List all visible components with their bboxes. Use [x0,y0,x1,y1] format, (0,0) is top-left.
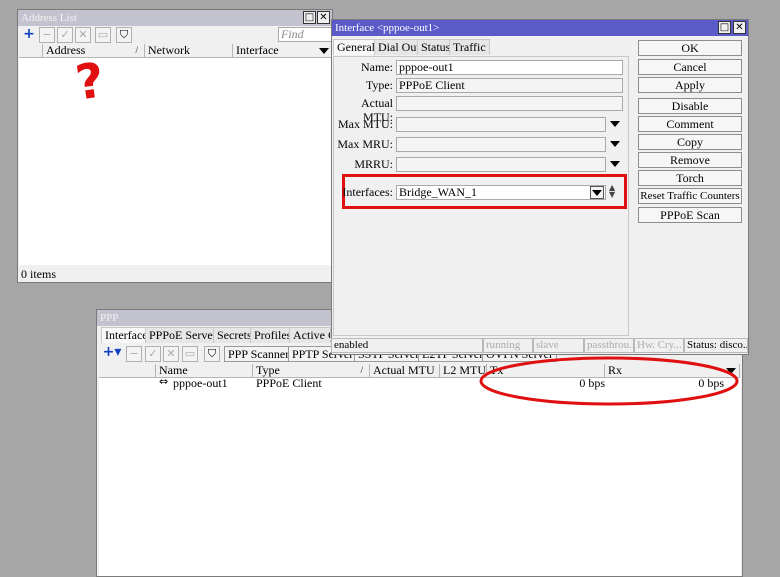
remove-button[interactable]: − [39,27,55,43]
apply-button[interactable]: Apply [638,77,742,93]
max-mtu-label: Max MTU: [338,117,393,131]
type-field: PPPoE Client [396,78,623,93]
status-hw-crypto: Hw. Cry... [634,338,684,353]
tab-general[interactable]: General [333,39,379,55]
mrru-dropdown-icon[interactable] [610,161,620,167]
reset-traffic-counters-button[interactable]: Reset Traffic Counters [638,188,742,204]
max-mtu-input[interactable] [396,117,606,132]
maximize-button[interactable]: □ [303,11,316,24]
ppp-filter-button[interactable]: ⛉ [204,346,220,362]
ppp-add-button[interactable]: +▾ [100,345,124,361]
ppp-col-empty [99,364,156,378]
type-label: Type: [365,78,393,92]
row-type: PPPoE Client [256,376,322,390]
close-button[interactable]: ✕ [733,21,746,34]
comment-button[interactable]: Comment [638,116,742,132]
sort-indicator: / [135,45,138,55]
ppp-title: PPP [100,312,119,324]
dropdown-icon [592,190,602,196]
disable-button[interactable]: ✕ [75,27,91,43]
row-name: pppoe-out1 [173,376,228,390]
interfaces-label: Interfaces: [342,185,393,199]
interfaces-select[interactable]: Bridge_WAN_1 [396,185,606,200]
interface-dialog-titlebar[interactable]: Interface <pppoe-out1> □ ✕ [332,20,748,36]
max-mru-label: Max MRU: [337,137,393,151]
ellipse-shape [479,356,739,406]
find-input[interactable]: Find [278,27,332,42]
tab-active-connections[interactable]: Active Co [289,327,331,343]
comment-button[interactable]: ▭ [95,27,111,43]
torch-button[interactable]: Torch [638,170,742,186]
copy-button[interactable]: Copy [638,134,742,150]
ppp-enable-button[interactable]: ✓ [145,346,161,362]
status-running: running [483,338,533,353]
sort-indicator: / [360,365,363,375]
name-label: Name: [361,60,393,74]
status-slave: slave [533,338,584,353]
disable-button[interactable]: Disable [638,98,742,114]
ppp-remove-button[interactable]: − [126,346,142,362]
column-header-network[interactable]: Network [145,44,233,58]
tab-traffic[interactable]: Traffic [449,39,490,55]
ok-button[interactable]: OK [638,40,742,56]
max-mru-dropdown-icon[interactable] [610,141,620,147]
pppoe-scan-button[interactable]: PPPoE Scan [638,207,742,223]
mrru-input[interactable] [396,157,606,172]
interfaces-updown-icon[interactable]: ▲ ▼ [609,184,621,200]
pppoe-link-icon: ⇔ [159,375,169,388]
column-header-interface[interactable]: Interface [233,44,332,58]
column-dropdown-icon[interactable] [319,48,329,54]
status-connection: Status: disco... [684,338,748,353]
status-enabled: enabled [331,338,483,353]
ppp-comment-button[interactable]: ▭ [182,346,198,362]
status-bar-items: 0 items [21,267,56,281]
ppp-scanner-button[interactable]: PPP Scanner [224,346,294,362]
address-list-body[interactable] [19,58,332,265]
mrru-label: MRRU: [354,157,393,171]
name-input[interactable]: pppoe-out1 [396,60,623,75]
address-list-titlebar[interactable]: Address List □ ✕ [18,10,332,26]
max-mru-input[interactable] [396,137,606,152]
max-mtu-dropdown-icon[interactable] [610,121,620,127]
ppp-col-actual-mtu[interactable]: Actual MTU [370,364,440,378]
address-list-title: Address List [21,12,77,24]
enable-button[interactable]: ✓ [57,27,73,43]
interface-dialog-title: Interface <pppoe-out1> [335,22,440,34]
interfaces-dropdown-button[interactable] [590,186,604,199]
address-list-window: Address List □ ✕ + − ✓ ✕ ▭ ⛉ Find Addres… [17,9,333,283]
close-button[interactable]: ✕ [317,11,330,24]
ppp-disable-button[interactable]: ✕ [163,346,179,362]
remove-button[interactable]: Remove [638,152,742,168]
filter-button[interactable]: ⛉ [116,27,132,43]
cancel-button[interactable]: Cancel [638,59,742,75]
column-header-empty [19,44,43,58]
add-button[interactable]: + [21,27,37,43]
maximize-button[interactable]: □ [718,21,731,34]
actual-mtu-field [396,96,623,111]
red-ellipse-highlight [479,356,739,406]
status-passthrough: passthrou... [584,338,634,353]
